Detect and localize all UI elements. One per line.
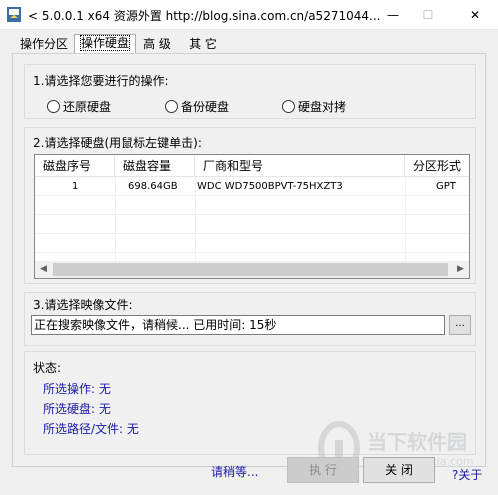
status-operation: 所选操作: 无 <box>43 382 111 396</box>
disk-list-header: 磁盘序号 磁盘容量 厂商和型号 分区形式 <box>35 155 469 177</box>
horizontal-scrollbar[interactable]: ◀ ▶ <box>35 261 469 278</box>
radio-restore-label: 还原硬盘 <box>63 99 112 114</box>
table-row <box>35 216 469 234</box>
column-header[interactable]: 厂商和型号 <box>195 155 405 177</box>
column-header[interactable]: 磁盘序号 <box>35 155 115 177</box>
radio-circle <box>165 99 178 113</box>
operation-label: 1.请选择您要进行的操作: <box>33 74 169 88</box>
radio-backup[interactable]: 备份硬盘 <box>165 98 229 114</box>
radio-circle <box>47 99 60 113</box>
close-button[interactable]: 关 闭 <box>363 457 435 483</box>
column-header[interactable]: 分区形式 <box>405 155 469 177</box>
tab-disk-label: 操作硬盘 <box>79 35 131 51</box>
operation-group: 1.请选择您要进行的操作: 还原硬盘 备份硬盘 硬盘对拷 <box>24 64 476 119</box>
browse-button[interactable]: ... <box>449 315 471 335</box>
tab-panel: 1.请选择您要进行的操作: 还原硬盘 备份硬盘 硬盘对拷 2.请选择硬盘(用鼠标… <box>12 53 486 467</box>
disk-scheme: GPT <box>436 181 456 192</box>
app-icon <box>7 7 21 22</box>
status-disk: 所选硬盘: 无 <box>43 402 111 416</box>
disk-capacity: 698.64GB <box>128 181 178 192</box>
watermark-text: 当下软件园 <box>367 430 467 454</box>
please-wait-text: 请稍等... <box>211 465 259 479</box>
tab-advanced[interactable]: 高 级 <box>138 36 176 54</box>
radio-copy-label: 硬盘对拷 <box>298 99 347 114</box>
table-row[interactable]: 1 698.64GB WDC WD7500BPVT-75HXZT3 GPT <box>35 178 469 196</box>
window-title: < 5.0.0.1 x64 资源外置 http://blog.sina.com.… <box>28 9 381 23</box>
disk-list[interactable]: 磁盘序号 磁盘容量 厂商和型号 分区形式 1 698.64GB WDC WD75… <box>34 154 470 279</box>
disk-group: 2.请选择硬盘(用鼠标左键单击): 磁盘序号 磁盘容量 厂商和型号 分区形式 1… <box>24 127 476 284</box>
disk-index: 1 <box>72 181 79 192</box>
image-group: 3.请选择映像文件: 正在搜索映像文件，请稍候... 已用时间: 15秒 ... <box>24 292 476 346</box>
image-path-input[interactable]: 正在搜索映像文件，请稍候... 已用时间: 15秒 <box>31 315 445 335</box>
image-label: 3.请选择映像文件: <box>33 298 133 312</box>
client-area: 操作分区 操作硬盘 高 级 其 它 1.请选择您要进行的操作: 还原硬盘 备份硬… <box>0 30 498 495</box>
disk-label: 2.请选择硬盘(用鼠标左键单击): <box>33 136 202 150</box>
radio-circle <box>282 99 295 113</box>
table-row <box>35 197 469 215</box>
maximize-button[interactable]: ☐ <box>405 0 451 30</box>
table-row <box>35 235 469 253</box>
radio-restore[interactable]: 还原硬盘 <box>47 98 111 114</box>
title-bar: < 5.0.0.1 x64 资源外置 http://blog.sina.com.… <box>0 0 498 30</box>
status-label: 状态: <box>33 361 62 375</box>
tab-partition[interactable]: 操作分区 <box>16 36 72 54</box>
radio-copy[interactable]: 硬盘对拷 <box>282 98 346 114</box>
run-button[interactable]: 执 行 <box>287 457 359 483</box>
disk-model: WDC WD7500BPVT-75HXZT3 <box>197 181 343 192</box>
scroll-left-icon[interactable]: ◀ <box>35 261 52 278</box>
scroll-right-icon[interactable]: ▶ <box>452 261 469 278</box>
radio-backup-label: 备份硬盘 <box>181 99 230 114</box>
close-window-button[interactable]: ✕ <box>452 0 498 30</box>
about-link[interactable]: ?关于 <box>452 466 482 483</box>
status-path: 所选路径/文件: 无 <box>43 422 139 436</box>
scroll-thumb[interactable] <box>53 263 448 276</box>
tab-disk[interactable]: 操作硬盘 <box>74 34 136 54</box>
column-header[interactable]: 磁盘容量 <box>115 155 195 177</box>
tab-other[interactable]: 其 它 <box>180 36 226 54</box>
